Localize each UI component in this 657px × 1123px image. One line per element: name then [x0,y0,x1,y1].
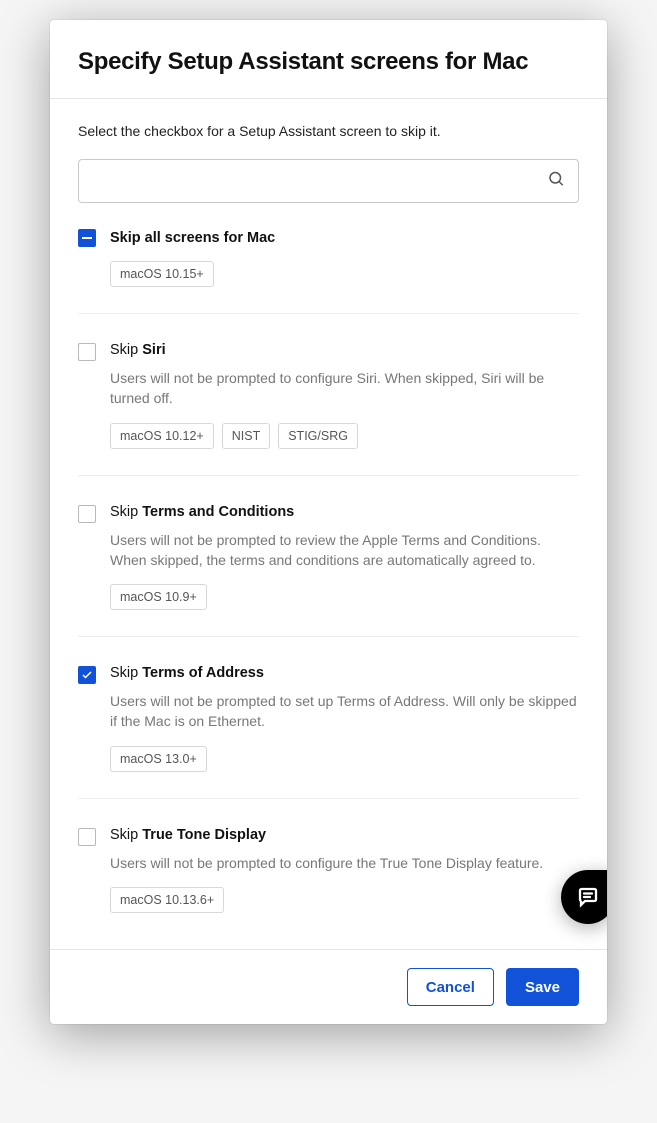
search-wrapper [78,159,579,203]
tag-list: macOS 10.9+ [110,584,579,610]
skip-all-label: Skip all screens for Mac [110,230,275,246]
compliance-tag: NIST [222,423,270,449]
item-title: Skip Terms and Conditions [110,504,579,520]
tag-list: macOS 13.0+ [110,746,579,772]
cancel-button[interactable]: Cancel [407,968,494,1006]
list-item-siri: Skip Siri Users will not be prompted to … [78,313,579,475]
list-item-true-tone: Skip True Tone Display Users will not be… [78,798,579,939]
skip-terms-conditions-checkbox[interactable] [78,505,96,523]
version-tag: macOS 13.0+ [110,746,207,772]
version-tag: macOS 10.13.6+ [110,887,224,913]
skip-all-row: Skip all screens for Mac [78,229,579,247]
tag-list: macOS 10.12+ NIST STIG/SRG [110,423,579,449]
version-tag: macOS 10.15+ [110,261,214,287]
modal-title: Specify Setup Assistant screens for Mac [78,48,579,76]
save-button[interactable]: Save [506,968,579,1006]
tag-list: macOS 10.15+ [110,261,579,287]
compliance-tag: STIG/SRG [278,423,358,449]
version-tag: macOS 10.9+ [110,584,207,610]
item-title: Skip Siri [110,342,579,358]
item-description: Users will not be prompted to configure … [110,368,579,409]
list-item-terms-conditions: Skip Terms and Conditions Users will not… [78,475,579,637]
chat-icon [576,885,600,909]
skip-siri-checkbox[interactable] [78,343,96,361]
skip-terms-address-checkbox[interactable] [78,666,96,684]
modal-footer: Cancel Save [50,949,607,1024]
search-input[interactable] [78,159,579,203]
item-description: Users will not be prompted to set up Ter… [110,691,579,732]
skip-true-tone-checkbox[interactable] [78,828,96,846]
item-description: Users will not be prompted to configure … [110,853,579,873]
list-item-terms-address: Skip Terms of Address Users will not be … [78,636,579,798]
instruction-text: Select the checkbox for a Setup Assistan… [78,123,579,139]
item-description: Users will not be prompted to review the… [110,530,579,571]
chat-fab[interactable] [561,870,607,924]
item-title: Skip True Tone Display [110,827,579,843]
skip-all-checkbox[interactable] [78,229,96,247]
item-title: Skip Terms of Address [110,665,579,681]
modal-header: Specify Setup Assistant screens for Mac [50,20,607,99]
modal-body: Select the checkbox for a Setup Assistan… [50,99,607,949]
tag-list: macOS 10.13.6+ [110,887,579,913]
checkbox-spacer [78,262,96,280]
version-tag: macOS 10.12+ [110,423,214,449]
list-item: macOS 10.15+ [78,247,579,313]
setup-assistant-modal: Specify Setup Assistant screens for Mac … [50,20,607,1024]
